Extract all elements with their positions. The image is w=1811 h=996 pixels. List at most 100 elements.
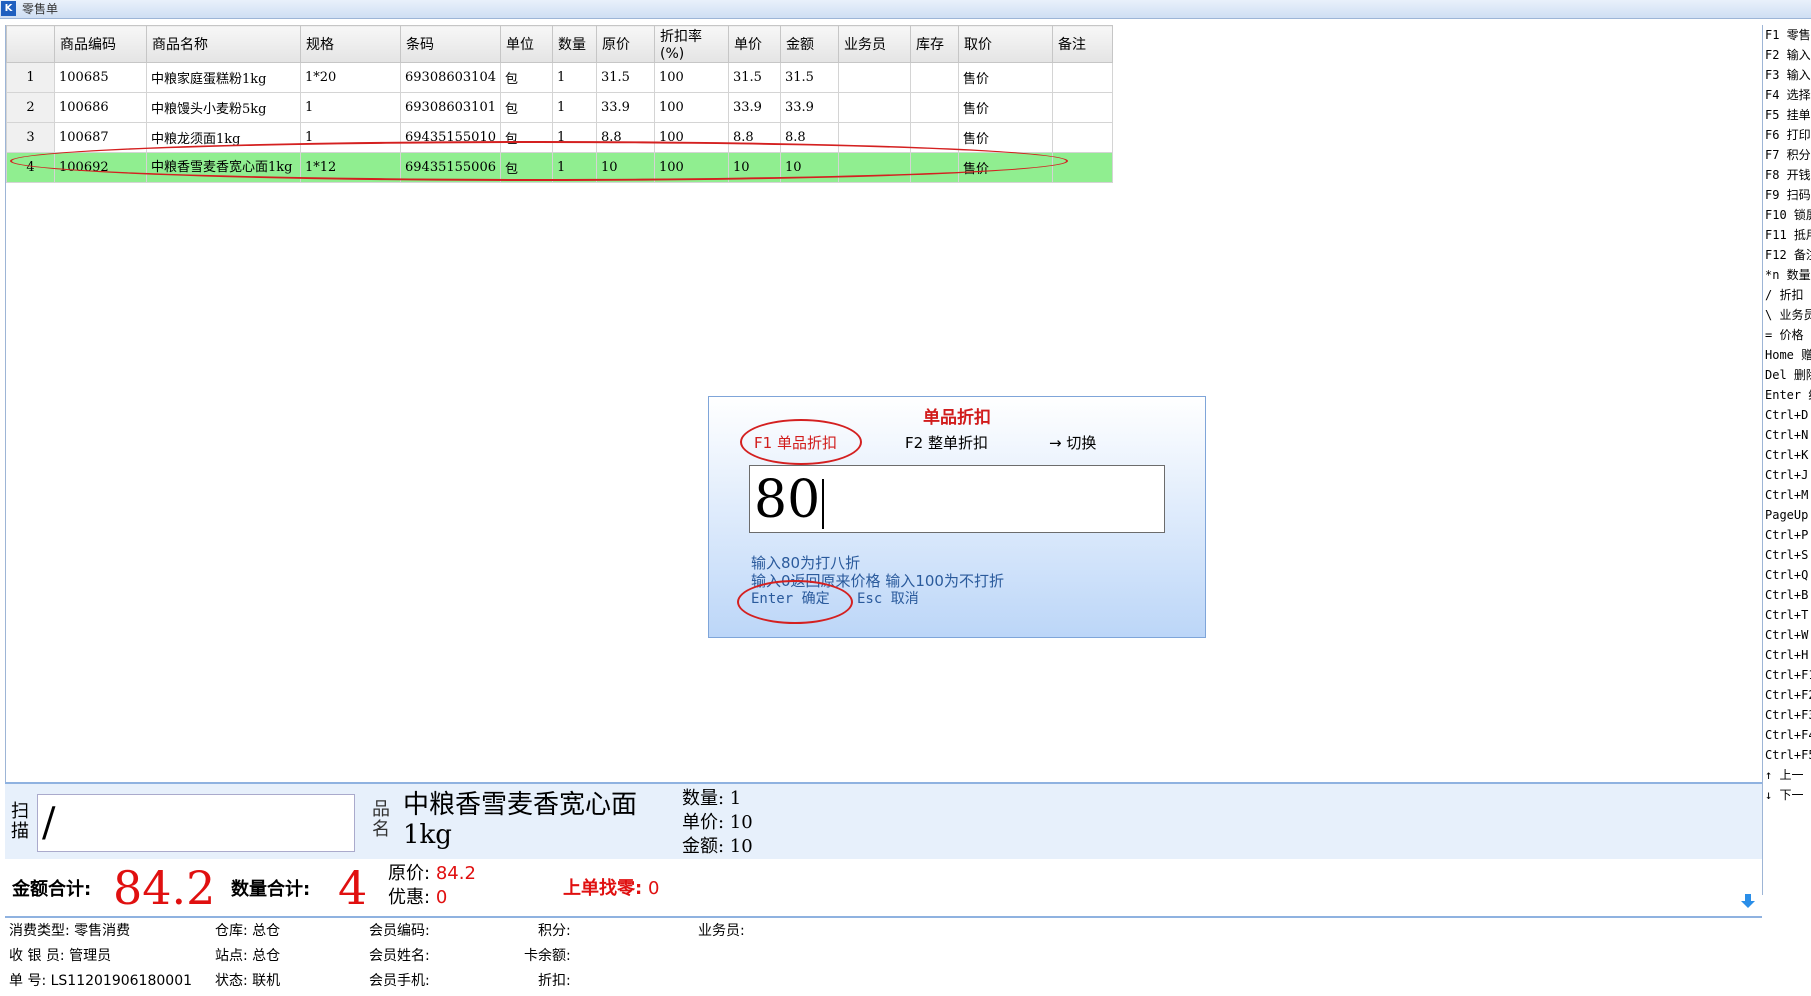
cell-pricing[interactable]: 售价 [957,92,1053,123]
cell-pricing[interactable]: 售价 [957,152,1053,183]
cell-name[interactable]: 中粮馒头小麦粉5kg [146,92,301,123]
col-header-barcode[interactable]: 条码 [400,25,501,63]
table-row[interactable]: 2 100686 中粮馒头小麦粉5kg 1 69308603101 包 1 33… [6,92,1113,123]
station: 站点: 总仓 [215,948,281,964]
cell-spec[interactable]: 1 [300,92,401,123]
shortcut-item: F9 扫码 [1765,188,1811,202]
cell-note[interactable] [1051,122,1113,153]
text-caret [822,478,825,529]
col-header-price[interactable]: 单价 [727,25,781,63]
cell-unit[interactable]: 包 [499,92,553,123]
cell-pricing[interactable]: 售价 [957,122,1053,153]
shortcut-item: Del 删除 [1765,368,1811,382]
cell-barcode[interactable]: 69308603104 [400,62,501,93]
cell-barcode[interactable]: 69308603101 [400,92,501,123]
cell-rate[interactable]: 100 [653,152,729,183]
cell-barcode[interactable]: 69435155010 [400,122,501,153]
cell-amount[interactable]: 31.5 [779,62,839,93]
col-header-name[interactable]: 商品名称 [146,25,301,63]
cell-orig[interactable]: 31.5 [595,62,655,93]
status-bar: 消费类型: 零售消费 收 银 员: 管理员 单 号: LS11201906180… [0,918,1811,996]
cell-rate[interactable]: 100 [653,92,729,123]
col-header-unit[interactable]: 单位 [499,25,553,63]
cell-stock[interactable] [909,122,959,153]
cell-pricing[interactable]: 售价 [957,62,1053,93]
single-discount-option[interactable]: F1 单品折扣 [754,432,837,453]
cell-unit[interactable]: 包 [499,122,553,153]
cell-note[interactable] [1051,62,1113,93]
cell-code[interactable]: 100692 [54,152,147,183]
cell-note[interactable] [1051,152,1113,183]
cell-clerk[interactable] [837,122,911,153]
salesman: 业务员: [698,923,745,939]
cell-unit[interactable]: 包 [499,152,553,183]
connection-state: 状态: 联机 [215,973,281,989]
cell-amount[interactable]: 33.9 [779,92,839,123]
cell-stock[interactable] [909,62,959,93]
cell-clerk[interactable] [837,92,911,123]
row-index: 4 [6,152,55,183]
cell-qty[interactable]: 1 [551,92,597,123]
warehouse: 仓库: 总仓 [215,923,281,939]
cell-code[interactable]: 100687 [54,122,147,153]
scan-input[interactable]: / [37,794,355,852]
cell-stock[interactable] [909,92,959,123]
cell-note[interactable] [1051,92,1113,123]
cell-clerk[interactable] [837,152,911,183]
col-header-amount[interactable]: 金额 [779,25,839,63]
cell-name[interactable]: 中粮香雪麦香宽心面1kg [146,152,301,183]
col-header-orig-price[interactable]: 原价 [595,25,655,63]
cell-spec[interactable]: 1*20 [300,62,401,93]
cell-spec[interactable]: 1*12 [300,152,401,183]
col-header-index[interactable] [6,25,55,63]
cell-price[interactable]: 33.9 [727,92,781,123]
col-header-note[interactable]: 备注 [1051,25,1113,63]
discount-label: 优惠: [388,887,431,908]
total-qty-value: 4 [338,861,368,915]
table-row-selected[interactable]: 4 100692 中粮香雪麦香宽心面1kg 1*12 69435155006 包… [6,152,1113,183]
cell-name[interactable]: 中粮龙须面1kg [146,122,301,153]
col-header-code[interactable]: 商品编码 [54,25,147,63]
table-row[interactable]: 1 100685 中粮家庭蛋糕粉1kg 1*20 69308603104 包 1… [6,62,1113,93]
cell-price[interactable]: 31.5 [727,62,781,93]
cell-spec[interactable]: 1 [300,122,401,153]
cell-clerk[interactable] [837,62,911,93]
cell-barcode[interactable]: 69435155006 [400,152,501,183]
cell-code[interactable]: 100685 [54,62,147,93]
col-header-clerk[interactable]: 业务员 [837,25,911,63]
col-header-spec[interactable]: 规格 [300,25,401,63]
sales-grid[interactable]: 商品编码 商品名称 规格 条码 单位 数量 原价 折扣率(%) 单价 金额 业务… [6,25,1113,183]
cell-qty[interactable]: 1 [551,152,597,183]
col-header-stock[interactable]: 库存 [909,25,959,63]
table-row[interactable]: 3 100687 中粮龙须面1kg 1 69435155010 包 1 8.8 … [6,122,1113,153]
cell-amount[interactable]: 10 [779,152,839,183]
switch-option[interactable]: → 切换 [1049,432,1096,453]
cell-price[interactable]: 10 [727,152,781,183]
cell-name[interactable]: 中粮家庭蛋糕粉1kg [146,62,301,93]
cell-unit[interactable]: 包 [499,62,553,93]
total-qty-label: 数量合计: [231,879,311,900]
whole-discount-option[interactable]: F2 整单折扣 [905,432,988,453]
cell-stock[interactable] [909,152,959,183]
cell-orig[interactable]: 8.8 [595,122,655,153]
enter-confirm-button[interactable]: Enter 确定 [751,588,830,608]
grid-header: 商品编码 商品名称 规格 条码 单位 数量 原价 折扣率(%) 单价 金额 业务… [6,25,1113,63]
cell-rate[interactable]: 100 [653,122,729,153]
cell-code[interactable]: 100686 [54,92,147,123]
cell-orig[interactable]: 10 [595,152,655,183]
col-header-qty[interactable]: 数量 [551,25,597,63]
cell-orig[interactable]: 33.9 [595,92,655,123]
cell-rate[interactable]: 100 [653,62,729,93]
col-header-discount-rate[interactable]: 折扣率(%) [653,25,729,63]
cell-amount[interactable]: 8.8 [779,122,839,153]
shortcut-item: Ctrl+Q [1765,568,1809,582]
col-header-pricing[interactable]: 取价 [957,25,1053,63]
arrow-down-icon[interactable] [1740,893,1756,909]
cell-price[interactable]: 8.8 [727,122,781,153]
discount-input[interactable]: 80 [749,465,1165,533]
cell-qty[interactable]: 1 [551,122,597,153]
shortcut-item: Ctrl+D [1765,408,1809,422]
esc-cancel-button[interactable]: Esc 取消 [857,588,919,608]
cell-qty[interactable]: 1 [551,62,597,93]
shortcut-item: Ctrl+N [1765,428,1809,442]
